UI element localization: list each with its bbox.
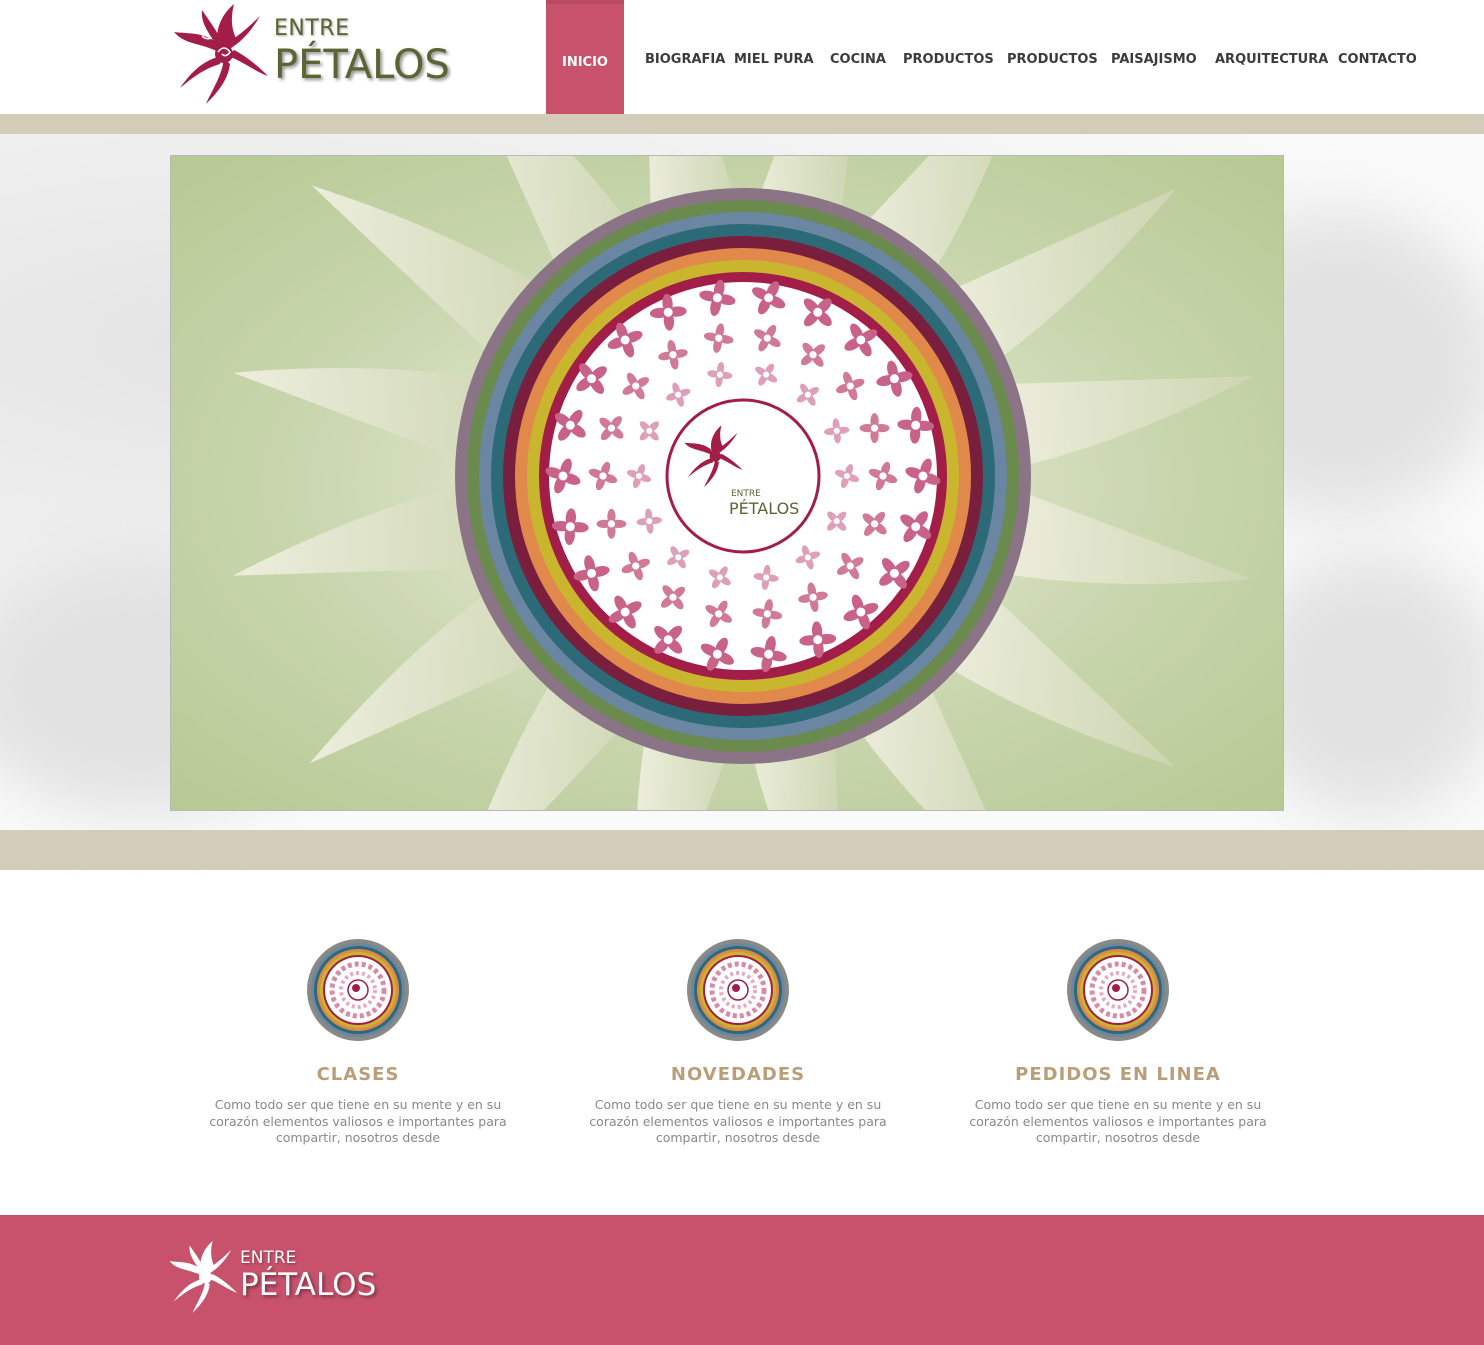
feature-title: NOVEDADES: [670, 1064, 806, 1085]
main-nav: INICIO BIOGRAFIA MIEL PURA COCINA PRODUC…: [0, 0, 1484, 114]
nav-item-cocina[interactable]: COCINA: [830, 52, 886, 67]
nav-item-contacto[interactable]: CONTACTO: [1338, 52, 1417, 67]
hero-badge-line1: ENTRE: [731, 489, 761, 499]
feature-pedidos-en-linea: PEDIDOS EN LINEA Como todo ser que tiene…: [928, 938, 1308, 1147]
feature-title: CLASES: [316, 1064, 400, 1085]
nav-item-miel-pura[interactable]: MIEL PURA: [734, 52, 814, 67]
footer-logo-line1: ENTRE: [240, 1248, 297, 1268]
nav-item-arquitectura[interactable]: ARQUITECTURA: [1215, 52, 1328, 67]
nav-item-label: INICIO: [562, 55, 608, 70]
nav-item-inicio[interactable]: INICIO: [546, 0, 624, 114]
mandala-icon[interactable]: [1066, 938, 1170, 1042]
feature-clases: CLASES Como todo ser que tiene en su men…: [168, 938, 548, 1147]
mandala-icon[interactable]: [686, 938, 790, 1042]
nav-item-paisajismo[interactable]: PAISAJISMO: [1111, 52, 1197, 67]
flower-icon: [169, 1241, 238, 1313]
hero-slide: ENTRE PÉTALOS: [170, 155, 1284, 811]
hero-divider-band: [0, 830, 1484, 870]
nav-item-productos[interactable]: PRODUCTOS: [903, 52, 994, 67]
hero-badge-line2: PÉTALOS: [729, 499, 799, 518]
feature-text: Como todo ser que tiene en su mente y en…: [589, 1097, 887, 1145]
footer-logo-line2: PÉTALOS: [240, 1267, 377, 1303]
site-footer: ENTRE PÉTALOS: [0, 1215, 1484, 1345]
feature-text: Como todo ser que tiene en su mente y en…: [209, 1097, 507, 1145]
feature-title: PEDIDOS EN LINEA: [1015, 1064, 1221, 1085]
footer-logo[interactable]: ENTRE PÉTALOS: [168, 1239, 388, 1319]
nav-item-productos-2[interactable]: PRODUCTOS: [1007, 52, 1098, 67]
mandala-icon[interactable]: [306, 938, 410, 1042]
feature-novedades: NOVEDADES Como todo ser que tiene en su …: [548, 938, 928, 1147]
header-divider-band: [0, 114, 1484, 134]
hero-artwork: ENTRE PÉTALOS: [171, 156, 1283, 810]
feature-text: Como todo ser que tiene en su mente y en…: [969, 1097, 1267, 1145]
site-header: ENTRE PÉTALOS INICIO BIOGRAFIA MIEL PURA…: [0, 0, 1484, 114]
nav-item-biografia[interactable]: BIOGRAFIA: [645, 52, 725, 67]
